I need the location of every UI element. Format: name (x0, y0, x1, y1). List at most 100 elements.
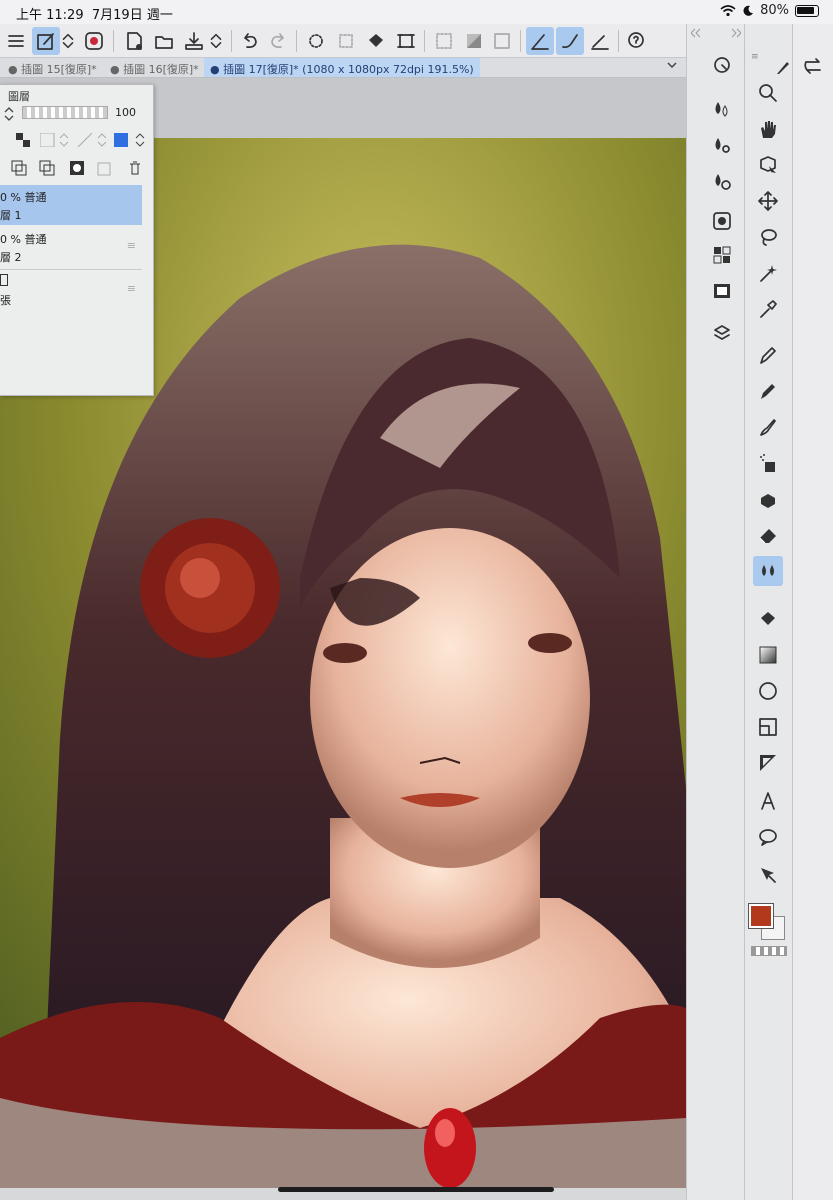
tool-pencil[interactable] (753, 376, 783, 406)
tool-property-icon (715, 174, 731, 190)
battery-icon (795, 4, 819, 17)
palette-tool-property[interactable] (707, 166, 737, 196)
brush-snap-button[interactable] (556, 27, 584, 55)
tool-pen[interactable] (753, 340, 783, 370)
tool-lasso[interactable] (753, 222, 783, 252)
palette-navigator[interactable] (707, 206, 737, 236)
layer-opacity-value: 100 (115, 106, 136, 119)
trash-icon[interactable] (126, 159, 144, 177)
gradient-icon (759, 646, 777, 664)
save-arrows[interactable] (206, 27, 226, 55)
moon-icon (743, 5, 754, 16)
tool-zoom[interactable] (753, 78, 783, 108)
help-icon (628, 32, 644, 48)
tool-balloon[interactable] (753, 822, 783, 852)
main-color-swatch[interactable] (748, 903, 774, 929)
object-icon (760, 156, 776, 173)
transparent-color-swatch[interactable] (751, 946, 787, 956)
help-button[interactable] (622, 27, 650, 55)
fill-icon (761, 612, 775, 625)
chevron-updown-icon[interactable] (2, 106, 16, 122)
tool-text[interactable] (753, 786, 783, 816)
tone-button[interactable] (460, 27, 488, 55)
tool-airbrush[interactable] (753, 448, 783, 478)
drag-handle-icon[interactable]: ≡ (127, 239, 136, 252)
layer-row-paper[interactable]: 張 ≡ (0, 269, 142, 309)
save-button[interactable] (180, 27, 208, 55)
tool-correct-line[interactable] (753, 860, 783, 890)
select-all-button[interactable] (302, 27, 330, 55)
pen-edit-icon (37, 33, 54, 50)
undo-button[interactable] (236, 27, 264, 55)
drag-handle-icon[interactable]: ≡ (127, 282, 136, 295)
palette-layer-property[interactable] (707, 94, 737, 124)
tab-illust-17[interactable]: ● 插圖 17[復原]* (1080 x 1080px 72dpi 191.5%… (204, 58, 480, 77)
redo-button[interactable] (264, 27, 292, 55)
brush-icon (760, 419, 776, 436)
toolbox-grip-icon[interactable]: ≡ (751, 52, 765, 62)
chevron-down-icon[interactable] (666, 59, 678, 71)
tool-hand[interactable] (753, 114, 783, 144)
palette-bar (686, 24, 744, 1200)
tool-magic-wand[interactable] (753, 258, 783, 288)
decoration-icon (761, 494, 775, 508)
layer-row-1[interactable]: 0 % 普通 層 1 (0, 185, 142, 225)
frame-button[interactable] (488, 27, 516, 55)
copy-layer-icon[interactable] (96, 159, 114, 177)
tool-move[interactable] (753, 186, 783, 216)
edit-mode-button[interactable] (32, 27, 60, 55)
tab-illust-15[interactable]: ● 插圖 15[復原]* (2, 58, 103, 77)
palette-rotate-view[interactable] (707, 50, 737, 80)
tool-fill[interactable] (753, 604, 783, 634)
deselect-button[interactable] (332, 27, 360, 55)
palette-color-set[interactable] (707, 240, 737, 270)
pencil-icon (761, 384, 775, 399)
chevron-updown-icon (210, 33, 222, 49)
pen-line-icon (531, 34, 549, 50)
layer-opacity-slider[interactable] (22, 106, 108, 119)
transform-button[interactable] (392, 27, 420, 55)
save-icon (185, 32, 203, 50)
clip-icon[interactable] (78, 133, 108, 147)
clear-outside-button[interactable] (430, 27, 458, 55)
ruler-icon (760, 755, 776, 771)
rotate-view-icon (714, 57, 730, 73)
brush-shortcut-icon[interactable] (773, 54, 797, 78)
collapse-arrows-icon[interactable] (691, 28, 741, 38)
tool-gradient[interactable] (753, 640, 783, 670)
tab-illust-16[interactable]: ● 插圖 16[復原]* (104, 58, 205, 77)
cloud-button[interactable] (80, 27, 108, 55)
tool-blend[interactable] (753, 556, 783, 586)
frame-icon (494, 33, 510, 49)
palette-material[interactable] (707, 318, 737, 348)
layer-actions-row (0, 159, 150, 177)
mask-icon[interactable] (40, 133, 70, 147)
tool-eraser[interactable] (753, 520, 783, 550)
menu-button[interactable] (2, 27, 30, 55)
checker-icon[interactable] (16, 133, 32, 147)
new-file-button[interactable] (120, 27, 148, 55)
ruler-snap-button[interactable] (586, 27, 614, 55)
tool-frame-border[interactable] (753, 712, 783, 742)
tool-eyedropper[interactable] (753, 294, 783, 324)
layer-row-2[interactable]: 0 % 普通 層 2 ≡ (0, 227, 142, 267)
palette-sub-tool[interactable] (707, 130, 737, 160)
new-raster-layer-icon[interactable] (10, 159, 28, 177)
toggle-arrows[interactable] (58, 27, 78, 55)
swap-icon[interactable] (801, 54, 825, 78)
open-file-button[interactable] (150, 27, 178, 55)
tool-figure[interactable] (753, 676, 783, 706)
mask-layer-icon[interactable] (68, 159, 86, 177)
tool-decoration[interactable] (753, 484, 783, 514)
fill-selection-button[interactable] (362, 27, 390, 55)
new-vector-layer-icon[interactable] (38, 159, 56, 177)
palette-animation[interactable] (707, 276, 737, 306)
stroke-stabilize-button[interactable] (526, 27, 554, 55)
layer-color-icon[interactable] (114, 133, 148, 149)
tool-object[interactable] (753, 150, 783, 180)
correct-line-icon (761, 868, 776, 883)
tool-ruler[interactable] (753, 748, 783, 778)
tool-brush[interactable] (753, 412, 783, 442)
sub-tool-icon (715, 138, 730, 153)
tone-icon (467, 34, 481, 48)
